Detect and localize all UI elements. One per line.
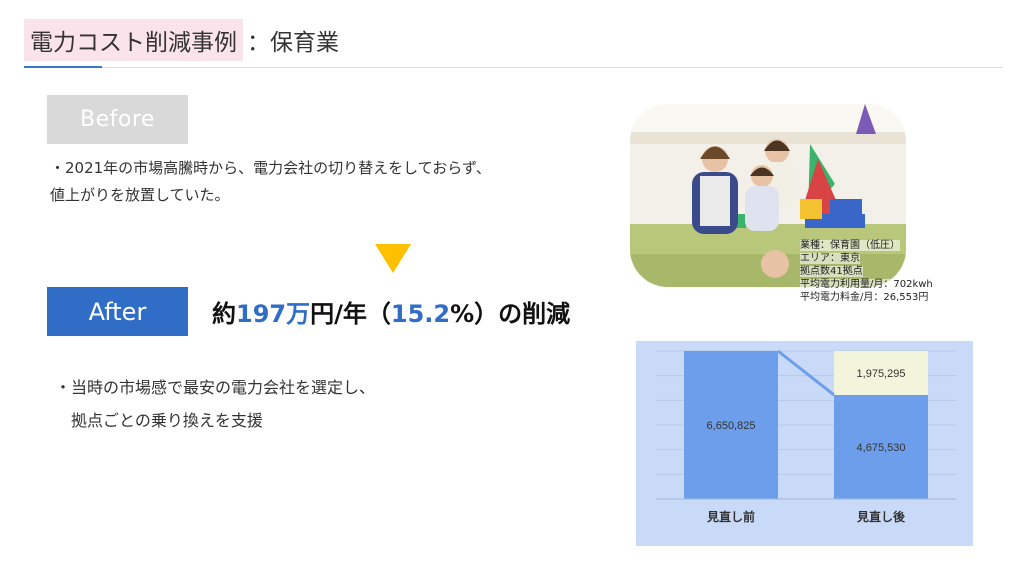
page-title-colon: ： [247, 30, 270, 56]
after-description-line2: 拠点ごとの乗り換えを支援 [71, 411, 263, 430]
facility-info: 業種：保育園（低圧） エリア：東京 拠点数41拠点 平均電力利用量/月：702k… [800, 239, 933, 304]
savings-headline: 約197万円/年（15.2%）の削減 [212, 294, 570, 329]
header-divider [24, 67, 1002, 68]
headline-percent: 15.2 [390, 300, 451, 328]
after-label: After [47, 287, 188, 336]
headline-pre: 約 [212, 300, 236, 328]
after-description: ・当時の市場感で最安の電力会社を選定し、 拠点ごとの乗り換えを支援 [55, 371, 475, 437]
before-description-line1: ・2021年の市場高騰時から、電力会社の切り替えをしておらず、 [50, 159, 491, 177]
before-description-line2: 値上がりを放置していた。 [50, 186, 230, 204]
page-title-main: 電力コスト削減事例 [24, 19, 243, 61]
facility-info-line: 拠点数41拠点 [800, 266, 863, 277]
chart-category-label: 見直し前 [706, 509, 755, 524]
chart-data-label: 6,650,825 [707, 420, 756, 432]
headline-mid: 円/年（ [310, 300, 391, 328]
facility-info-line: 業種：保育園（低圧） [800, 240, 900, 251]
page-title-sub: 保育業 [270, 30, 339, 56]
after-description-line1: ・当時の市場感で最安の電力会社を選定し、 [55, 378, 376, 397]
chart-category-label: 見直し後 [856, 509, 906, 524]
chart-canvas: 6,650,825 見直し前 4,675,530 1,975,295 見直し後 [636, 341, 973, 546]
page-title: 電力コスト削減事例 ： 保育業 [24, 19, 339, 61]
facility-info-line: 平均電力料金/月：26,553円 [800, 292, 929, 303]
headline-post: %）の削減 [450, 300, 571, 328]
chart-data-label: 1,975,295 [857, 368, 906, 380]
before-description: ・2021年の市場高騰時から、電力会社の切り替えをしておらず、 値上がりを放置し… [50, 155, 570, 209]
headline-amount: 197万 [236, 300, 311, 328]
cost-comparison-chart: 6,650,825 見直し前 4,675,530 1,975,295 見直し後 [636, 341, 973, 546]
facility-info-line: エリア：東京 [800, 253, 860, 264]
facility-info-line: 平均電力利用量/月：702kwh [800, 279, 933, 290]
before-label: Before [47, 95, 188, 144]
down-arrow-icon [375, 244, 411, 273]
header-divider-accent [24, 66, 102, 68]
chart-data-label: 4,675,530 [857, 442, 906, 454]
